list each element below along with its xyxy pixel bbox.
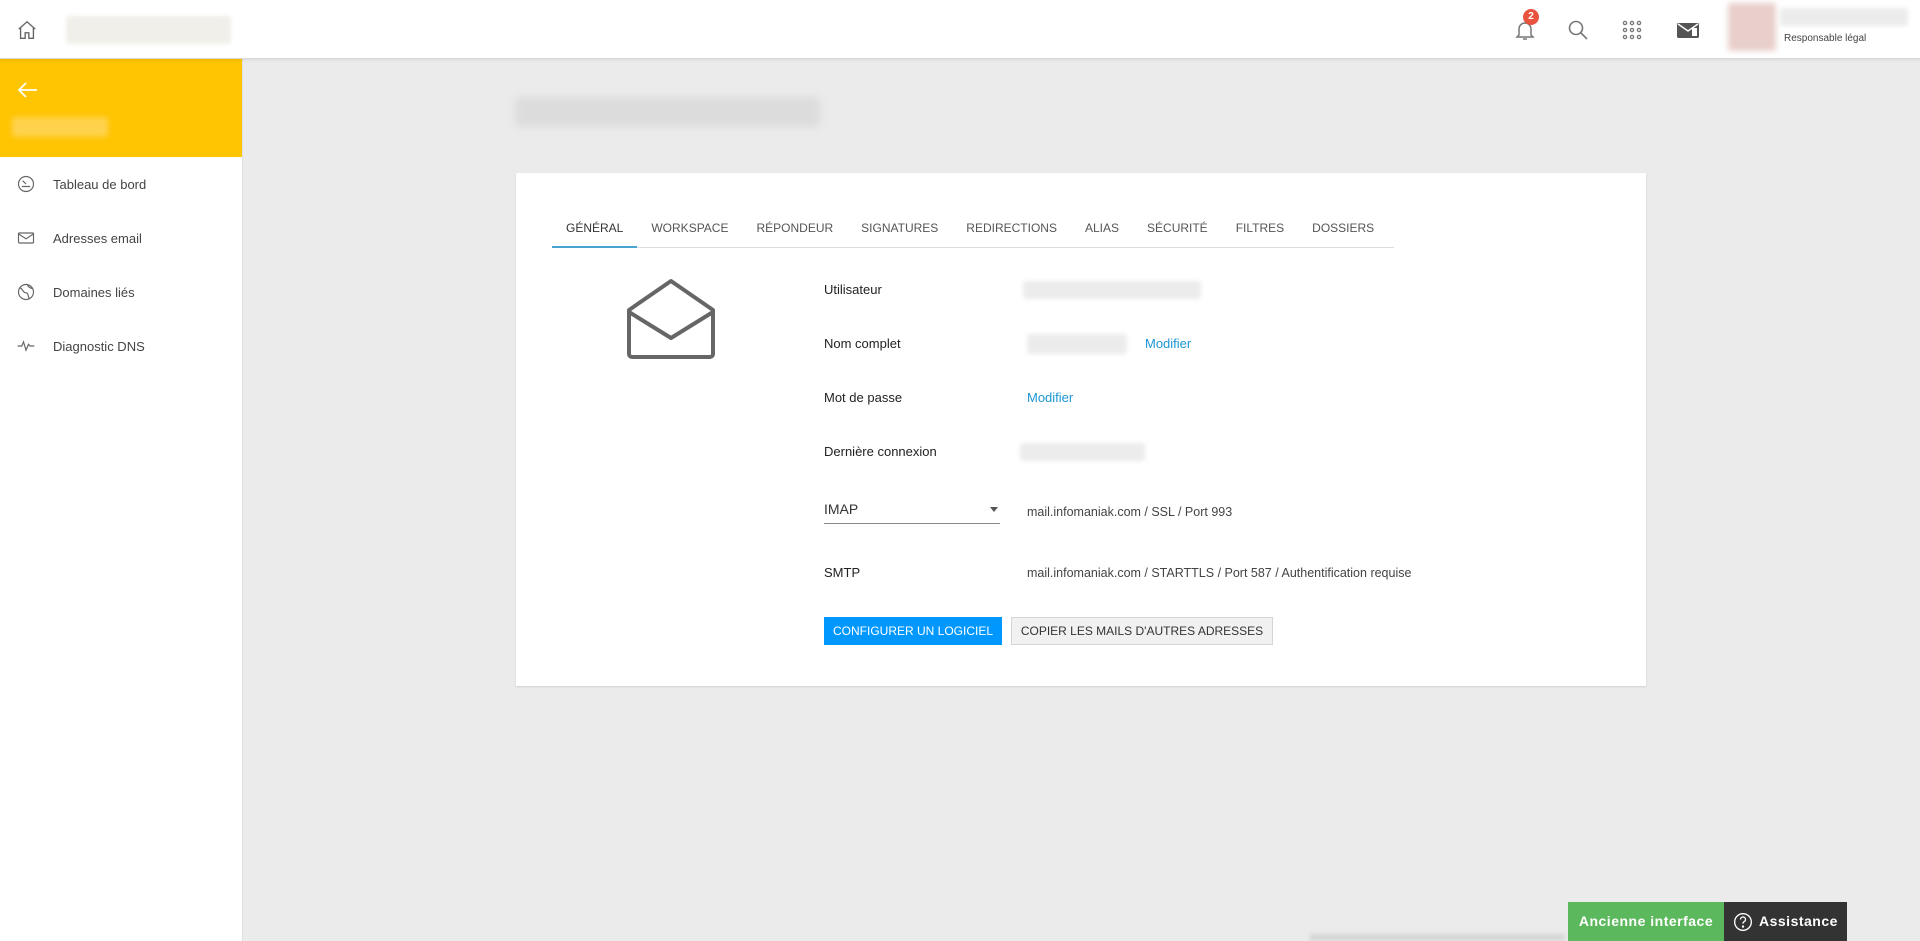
tab-redirections[interactable]: Redirections xyxy=(952,208,1071,247)
open-envelope-icon xyxy=(627,279,715,359)
globe-icon xyxy=(17,283,35,301)
tab-alias[interactable]: Alias xyxy=(1071,208,1133,247)
user-name[interactable] xyxy=(1780,8,1908,26)
configure-software-button[interactable]: Configurer un logiciel xyxy=(824,617,1002,645)
tab-folders[interactable]: Dossiers xyxy=(1298,208,1388,247)
copy-mails-button[interactable]: Copier les mails d'autres adresses xyxy=(1011,617,1273,645)
user-label: Utilisateur xyxy=(824,282,882,297)
breadcrumb xyxy=(66,16,231,44)
sidebar-item-label: Domaines liés xyxy=(53,284,135,300)
fullname-label: Nom complet xyxy=(824,336,901,351)
tab-workspace[interactable]: Workspace xyxy=(637,208,742,247)
top-bar: 2 Responsable légal xyxy=(0,0,1920,59)
user-value xyxy=(1023,281,1201,299)
chevron-down-icon xyxy=(990,507,998,512)
sidebar-item-label: Diagnostic DNS xyxy=(53,338,145,354)
tab-security[interactable]: Sécurité xyxy=(1133,208,1222,247)
sidebar-title xyxy=(12,117,108,137)
pulse-icon xyxy=(17,340,35,352)
search-icon[interactable] xyxy=(1566,18,1590,42)
avatar[interactable] xyxy=(1728,3,1776,51)
mail-switch-icon[interactable] xyxy=(1676,18,1700,42)
sidebar-item-linked-domains[interactable]: Domaines liés xyxy=(0,265,242,319)
assistance-label: Assistance xyxy=(1759,913,1838,929)
dashboard-icon xyxy=(17,175,35,193)
tab-bar: Général Workspace Répondeur Signatures R… xyxy=(552,208,1394,248)
sidebar-item-dns-diagnostic[interactable]: Diagnostic DNS xyxy=(0,319,242,373)
last-login-value xyxy=(1020,443,1145,461)
envelope-icon xyxy=(17,232,35,244)
sidebar: Tableau de bord Adresses email Domaines … xyxy=(0,59,243,941)
last-login-label: Dernière connexion xyxy=(824,444,937,459)
edit-password-link[interactable]: Modifier xyxy=(1027,390,1073,405)
bottom-overlay xyxy=(1310,934,1565,941)
tab-autoresponder[interactable]: Répondeur xyxy=(742,208,847,247)
imap-info: mail.infomaniak.com / SSL / Port 993 xyxy=(1027,505,1233,519)
sidebar-item-label: Adresses email xyxy=(53,230,142,246)
edit-fullname-link[interactable]: Modifier xyxy=(1145,336,1191,351)
protocol-select[interactable]: IMAP xyxy=(824,496,1000,524)
notification-badge: 2 xyxy=(1523,9,1539,25)
arrow-left-icon[interactable] xyxy=(16,78,40,102)
smtp-label: SMTP xyxy=(824,565,861,580)
sidebar-item-email-addresses[interactable]: Adresses email xyxy=(0,211,242,265)
sidebar-item-label: Tableau de bord xyxy=(53,176,147,192)
protocol-selected-value: IMAP xyxy=(824,501,859,517)
mailbox-settings-card: Général Workspace Répondeur Signatures R… xyxy=(516,173,1646,686)
user-role: Responsable légal xyxy=(1784,33,1867,44)
old-interface-button[interactable]: Ancienne interface xyxy=(1568,902,1724,941)
tab-general[interactable]: Général xyxy=(552,208,638,248)
page-title xyxy=(515,97,820,127)
password-label: Mot de passe xyxy=(824,390,903,405)
tab-filters[interactable]: Filtres xyxy=(1222,208,1298,247)
help-circle-icon xyxy=(1734,912,1752,931)
smtp-info: mail.infomaniak.com / STARTTLS / Port 58… xyxy=(1027,566,1412,580)
sidebar-item-dashboard[interactable]: Tableau de bord xyxy=(0,157,242,211)
home-icon[interactable] xyxy=(16,19,38,41)
fullname-value xyxy=(1027,334,1127,354)
assistance-button[interactable]: Assistance xyxy=(1724,902,1847,941)
sidebar-header xyxy=(0,59,242,157)
apps-grid-icon[interactable] xyxy=(1620,18,1644,42)
tab-signatures[interactable]: Signatures xyxy=(847,208,952,247)
